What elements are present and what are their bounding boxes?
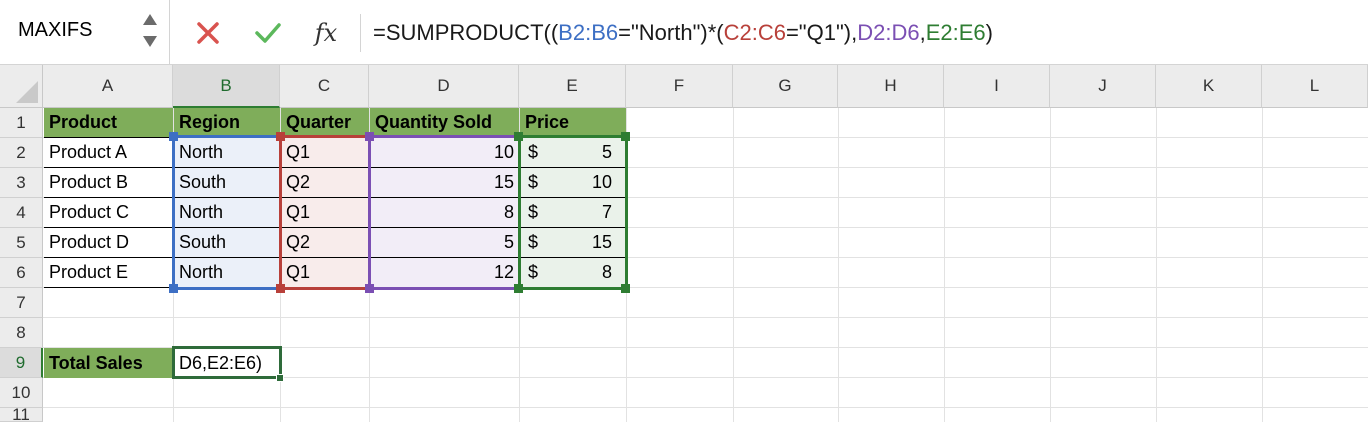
- select-all-icon: [16, 81, 38, 103]
- row-header-1[interactable]: 1: [0, 108, 43, 138]
- chevron-up-icon[interactable]: [143, 14, 157, 25]
- row-header-10[interactable]: 10: [0, 378, 43, 408]
- range-border-c2-c6: [279, 135, 371, 290]
- row-header-6[interactable]: 6: [0, 258, 43, 288]
- insert-function-button[interactable]: fx: [309, 16, 343, 50]
- range-handle[interactable]: [365, 284, 374, 293]
- formula-ref-d2-d6: D2:D6: [857, 20, 920, 45]
- header-cell-price[interactable]: Price: [520, 108, 626, 138]
- column-header-l[interactable]: L: [1262, 65, 1368, 108]
- fill-handle[interactable]: [276, 374, 284, 382]
- cell-product[interactable]: Product E: [44, 258, 173, 288]
- gridline: [733, 108, 734, 422]
- range-handle[interactable]: [514, 284, 523, 293]
- range-border-e2-e6: [518, 135, 628, 290]
- range-border-b2-b6: [172, 135, 282, 290]
- name-box-stepper-icon[interactable]: [141, 12, 159, 52]
- name-box-value[interactable]: MAXIFS: [18, 19, 92, 42]
- column-header-j[interactable]: J: [1050, 65, 1156, 108]
- formula-ref-c2-c6: C2:C6: [723, 20, 786, 45]
- gridline: [43, 317, 1368, 318]
- column-header-d[interactable]: D: [369, 65, 519, 108]
- column-header-a[interactable]: A: [43, 65, 173, 108]
- formula-bar-area: MAXIFS fx =SUMPRODUCT((B2:B6="North")*(C…: [0, 0, 1368, 65]
- gridline: [1262, 108, 1263, 422]
- formula-part: ="Q1"),: [785, 20, 858, 45]
- formula-bar-divider: [360, 14, 361, 52]
- formula-part: =SUMPRODUCT((: [373, 20, 559, 45]
- fx-icon: fx: [314, 19, 338, 47]
- column-header-h[interactable]: H: [838, 65, 944, 108]
- range-handle[interactable]: [621, 284, 630, 293]
- gridline: [1050, 108, 1051, 422]
- cell-product[interactable]: Product A: [44, 138, 173, 168]
- cell-product[interactable]: Product C: [44, 198, 173, 228]
- formula-input[interactable]: =SUMPRODUCT((B2:B6="North")*(C2:C6="Q1")…: [373, 20, 993, 46]
- column-header-f[interactable]: F: [626, 65, 733, 108]
- formula-ref-b2-b6: B2:B6: [558, 20, 619, 45]
- cell-product[interactable]: Product B: [44, 168, 173, 198]
- column-header-i[interactable]: I: [944, 65, 1050, 108]
- column-header-c[interactable]: C: [280, 65, 369, 108]
- total-sales-label[interactable]: Total Sales: [44, 348, 173, 378]
- gridline: [1156, 108, 1157, 422]
- header-cell-product[interactable]: Product: [44, 108, 173, 138]
- row-header-3[interactable]: 3: [0, 168, 43, 198]
- formula-ref-e2-e6: E2:E6: [925, 20, 986, 45]
- gridline: [838, 108, 839, 422]
- column-header-b[interactable]: B: [173, 65, 280, 108]
- cell-product[interactable]: Product D: [44, 228, 173, 258]
- enter-button[interactable]: [251, 16, 285, 50]
- row-header-2[interactable]: 2: [0, 138, 43, 168]
- cancel-button[interactable]: [191, 16, 225, 50]
- range-handle[interactable]: [276, 284, 285, 293]
- close-icon: [197, 22, 219, 44]
- row-header-9[interactable]: 9: [0, 348, 43, 378]
- formula-part: ): [985, 20, 993, 45]
- range-handle[interactable]: [621, 132, 630, 141]
- range-handle[interactable]: [276, 132, 285, 141]
- range-handle[interactable]: [169, 284, 178, 293]
- header-cell-region[interactable]: Region: [174, 108, 280, 138]
- row-header-5[interactable]: 5: [0, 228, 43, 258]
- row-header-11[interactable]: 11: [0, 405, 43, 422]
- range-border-d2-d6: [368, 135, 521, 290]
- row-header-4[interactable]: 4: [0, 198, 43, 228]
- header-cell-quantity-sold[interactable]: Quantity Sold: [370, 108, 519, 138]
- column-header-k[interactable]: K: [1156, 65, 1262, 108]
- chevron-down-icon[interactable]: [143, 36, 157, 47]
- checkmark-icon: [255, 23, 281, 43]
- formula-part: ="North")*(: [618, 20, 724, 45]
- range-handle[interactable]: [169, 132, 178, 141]
- gridline: [43, 407, 1368, 408]
- gridline: [944, 108, 945, 422]
- select-all-button[interactable]: [0, 65, 43, 108]
- column-header-e[interactable]: E: [519, 65, 626, 108]
- name-box[interactable]: MAXIFS: [0, 0, 170, 65]
- spreadsheet-grid[interactable]: A B C D E F G H I J K L 1 2 3 4 5 6 7 8 …: [0, 65, 1368, 422]
- active-cell-border: [172, 346, 282, 379]
- header-cell-quarter[interactable]: Quarter: [281, 108, 369, 138]
- row-header-7[interactable]: 7: [0, 288, 43, 318]
- range-handle[interactable]: [514, 132, 523, 141]
- row-header-8[interactable]: 8: [0, 318, 43, 348]
- column-header-g[interactable]: G: [733, 65, 838, 108]
- range-handle[interactable]: [365, 132, 374, 141]
